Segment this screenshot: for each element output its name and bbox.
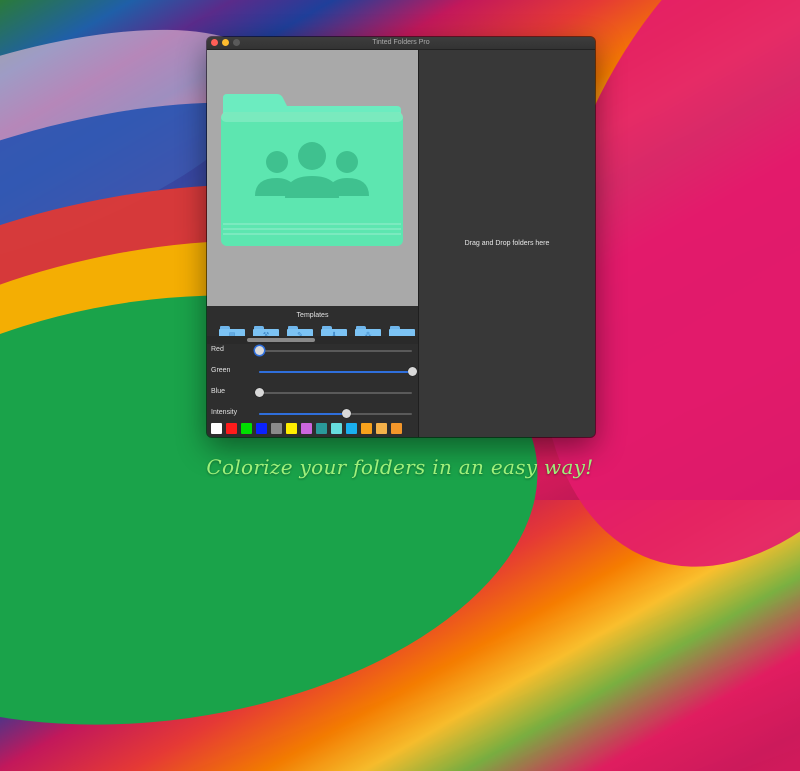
color-swatch[interactable] (331, 423, 342, 434)
drop-zone-text: Drag and Drop folders here (464, 240, 550, 247)
green-label: Green (211, 367, 231, 374)
color-swatch[interactable] (226, 423, 237, 434)
red-slider-knob[interactable] (255, 346, 264, 355)
color-swatch[interactable] (301, 423, 312, 434)
color-swatch[interactable] (271, 423, 282, 434)
blue-slider-row: Blue (211, 386, 416, 400)
blue-slider[interactable] (255, 388, 412, 397)
red-slider-row: Red (211, 344, 416, 358)
blue-label: Blue (211, 388, 226, 395)
intensity-label: Intensity (211, 409, 238, 416)
red-slider[interactable] (255, 346, 412, 355)
intensity-slider-row: Intensity (211, 407, 416, 421)
green-slider-knob[interactable] (408, 367, 417, 376)
folder-preview-icon (221, 94, 403, 246)
app-window: Tinted Folders Pro Templates Red Green B… (207, 37, 595, 437)
template-scrollbar[interactable] (207, 336, 418, 344)
title-bar[interactable]: Tinted Folders Pro (207, 37, 595, 50)
green-slider-row: Green (211, 365, 417, 379)
blue-slider-knob[interactable] (255, 388, 264, 397)
tagline: Colorize your folders in an easy way! (206, 455, 594, 479)
color-swatch[interactable] (241, 423, 252, 434)
intensity-slider[interactable] (259, 409, 412, 418)
color-swatch[interactable] (286, 423, 297, 434)
folder-preview (207, 50, 418, 306)
templates-label: Templates (296, 312, 329, 319)
window-title: Tinted Folders Pro (372, 39, 430, 46)
color-swatch[interactable] (211, 423, 222, 434)
intensity-slider-knob[interactable] (342, 409, 352, 418)
color-swatches (211, 423, 402, 434)
editor-panel: Templates ▤⚒✎⬇⁂ Red Green Blue Intensity (207, 50, 418, 437)
color-swatch[interactable] (391, 423, 402, 434)
drop-zone[interactable]: Drag and Drop folders here (419, 50, 595, 437)
color-swatch[interactable] (256, 423, 267, 434)
color-swatch[interactable] (346, 423, 357, 434)
color-swatch[interactable] (376, 423, 387, 434)
scrollbar-thumb[interactable] (247, 338, 315, 342)
red-label: Red (211, 346, 224, 353)
green-slider[interactable] (259, 367, 417, 376)
color-swatch[interactable] (316, 423, 327, 434)
color-swatch[interactable] (361, 423, 372, 434)
